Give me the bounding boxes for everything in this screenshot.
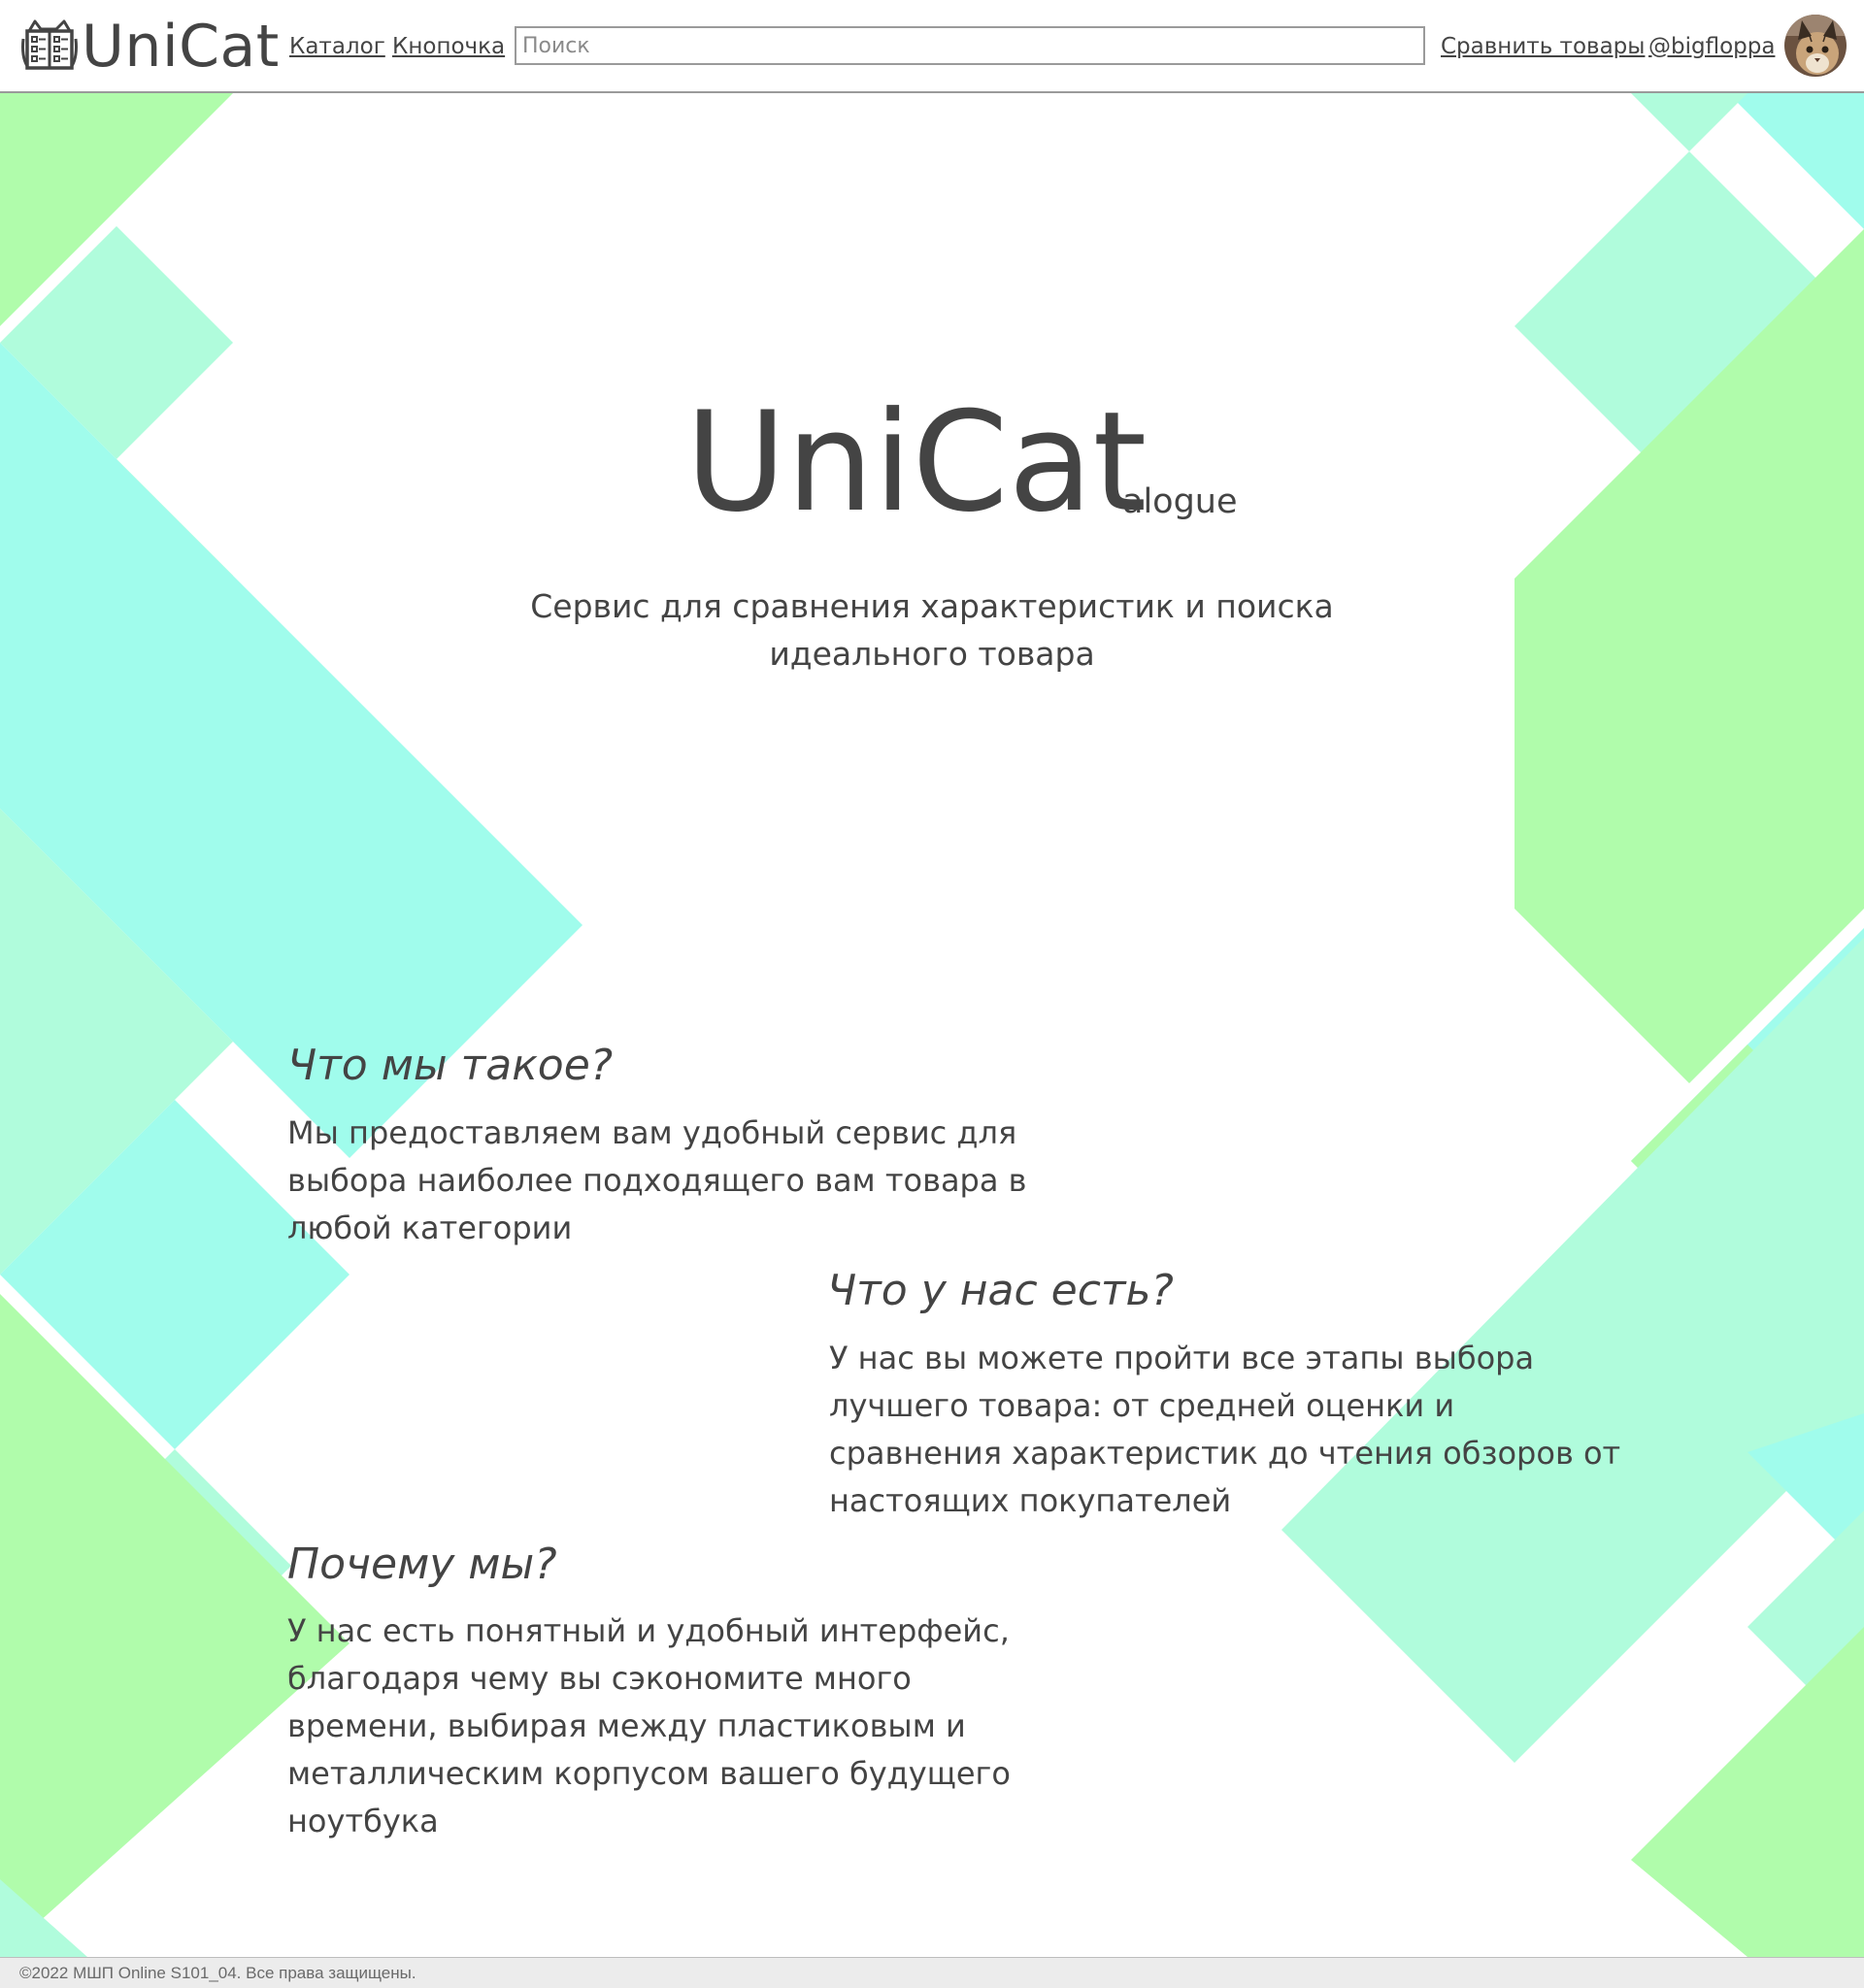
bg-shape [1631, 1627, 1864, 1957]
hero-title: UniCat [685, 382, 1148, 543]
section-title-what: Что мы такое? [287, 1041, 614, 1090]
hero-title-suffix: alogue [1122, 482, 1238, 521]
nav-profile-link[interactable]: @bigfloppa [1648, 29, 1775, 64]
bg-shape [1728, 93, 1864, 229]
section-text-what: Мы предоставляем вам удобный сервис для … [287, 1114, 1027, 1246]
nav-button-link[interactable]: Кнопочка [392, 29, 505, 64]
section-text-why: У нас есть понятный и удобный интерфейс,… [287, 1612, 1011, 1839]
nav-catalog-link[interactable]: Каталог [289, 29, 385, 64]
avatar[interactable] [1784, 15, 1847, 77]
footer-copyright: ©2022 МШП Online S101_04. Все права защи… [19, 1964, 416, 1982]
top-navbar: UniCat Каталог Кнопочка Сравнить товары … [0, 0, 1864, 93]
hero-tagline: Сервис для сравнения характеристик и пои… [530, 587, 1334, 673]
search-input[interactable] [515, 26, 1425, 65]
cat-avatar-icon [1784, 15, 1847, 77]
nav-compare-link[interactable]: Сравнить товары [1441, 29, 1645, 64]
section-title-features: Что у нас есть? [827, 1266, 1174, 1315]
book-cat-icon[interactable] [19, 17, 80, 74]
footer: ©2022 МШП Online S101_04. Все права защи… [0, 1957, 1864, 1988]
logo-text[interactable]: UniCat [82, 10, 280, 83]
section-text-features: У нас вы можете пройти все этапы выбора … [829, 1340, 1621, 1519]
section-title-why: Почему мы? [287, 1540, 557, 1589]
